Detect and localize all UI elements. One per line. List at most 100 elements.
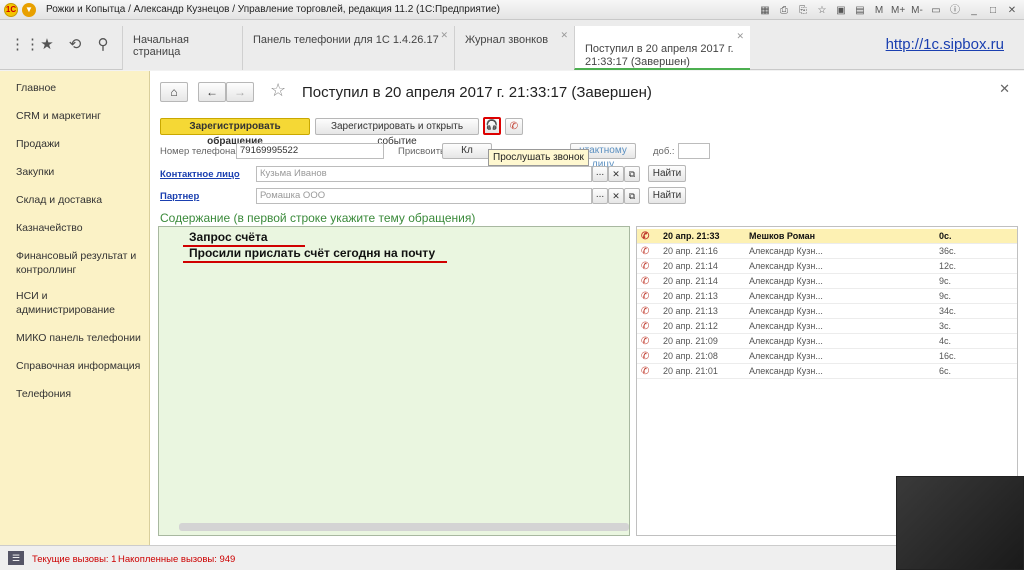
call-date: 20 апр. 21:16 <box>663 246 718 256</box>
contact-person-field[interactable]: Кузьма Иванов <box>256 166 592 182</box>
sidebar-item-warehouse[interactable]: Склад и доставка <box>16 193 146 207</box>
sidebar-item-treasury[interactable]: Казначейство <box>16 221 146 235</box>
call-row[interactable]: ✆ 20 апр. 21:16 Александр Кузн... 36с. <box>637 244 1017 259</box>
call-direction-icon: ✆ <box>641 246 650 257</box>
close-window-icon[interactable]: ✕ <box>1004 2 1020 17</box>
tab-label: Журнал звонков <box>465 34 549 46</box>
sidebar-item-sales[interactable]: Продажи <box>16 137 146 151</box>
link-icon[interactable]: ⎘ <box>795 2 811 17</box>
sidebar-item-main[interactable]: Главное <box>16 81 146 95</box>
favorites-icon[interactable]: ☆ <box>814 2 830 17</box>
contact-select-button[interactable]: ... <box>592 166 608 182</box>
favorite-star-icon[interactable]: ☆ <box>270 80 286 101</box>
sidebar-item-telephony[interactable]: Телефония <box>16 387 146 401</box>
call-duration: 12с. <box>939 261 957 271</box>
contact-clear-icon[interactable]: ✕ <box>608 166 624 182</box>
call-row[interactable]: ✆ 20 апр. 21:01 Александр Кузн... 6с. <box>637 364 1017 379</box>
call-duration: 9с. <box>939 291 952 301</box>
call-direction-icon: ✆ <box>641 366 650 377</box>
close-form-icon[interactable]: ✕ <box>999 81 1010 97</box>
find-partner-button[interactable]: Найти <box>648 187 686 204</box>
maximize-icon[interactable]: □ <box>985 2 1001 17</box>
mplus-icon[interactable]: M+ <box>890 2 906 17</box>
m-icon[interactable]: M <box>871 2 887 17</box>
ext-field[interactable] <box>678 143 710 159</box>
call-row[interactable]: ✆ 20 апр. 21:08 Александр Кузн... 16с. <box>637 349 1017 364</box>
call-row[interactable]: ✆ 20 апр. 21:33 Мешков Роман 0с. <box>637 229 1017 244</box>
call-row[interactable]: ✆ 20 апр. 21:14 Александр Кузн... 12с. <box>637 259 1017 274</box>
calendar-icon[interactable]: ▤ <box>852 2 868 17</box>
minimize-icon[interactable]: _ <box>966 2 982 17</box>
content-textarea[interactable]: Запрос счёта Просили прислать счёт сегод… <box>158 226 630 536</box>
call-direction-icon: ✆ <box>641 291 650 302</box>
tab-home[interactable]: Начальная страница <box>122 26 242 70</box>
close-icon[interactable]: ✕ <box>736 30 744 43</box>
window-titlebar: 1С ▼ Рожки и Копытца / Александр Кузнецо… <box>0 0 1024 20</box>
print-icon[interactable]: ⎙ <box>776 2 792 17</box>
sidebar-item-miko[interactable]: МИКО панель телефонии <box>16 331 146 345</box>
call-contact: Александр Кузн... <box>749 291 823 301</box>
call-row[interactable]: ✆ 20 апр. 21:13 Александр Кузн... 9с. <box>637 289 1017 304</box>
partner-clear-icon[interactable]: ✕ <box>608 188 624 204</box>
history-icon[interactable]: ⟲ <box>66 36 84 54</box>
sidebar-item-crm[interactable]: CRM и маркетинг <box>16 109 146 123</box>
listen-call-button[interactable]: 🎧 <box>483 117 501 135</box>
call-row[interactable]: ✆ 20 апр. 21:12 Александр Кузн... 3с. <box>637 319 1017 334</box>
call-direction-icon: ✆ <box>641 321 650 332</box>
find-contact-button[interactable]: Найти <box>648 165 686 182</box>
sidebar-item-reference[interactable]: Справочная информация <box>16 359 146 373</box>
sidebar-item-purchases[interactable]: Закупки <box>16 165 146 179</box>
main-menu-icon[interactable]: ▼ <box>22 2 36 17</box>
assign-client-button[interactable]: Кл <box>442 143 492 159</box>
window-title: Рожки и Копытца / Александр Кузнецов / У… <box>46 4 500 15</box>
status-panel-icon[interactable]: ☰ <box>8 551 24 565</box>
partner-link[interactable]: Партнер <box>160 191 199 202</box>
register-open-event-button[interactable]: Зарегистрировать и открыть событие <box>315 118 479 147</box>
partner-select-button[interactable]: ... <box>592 188 608 204</box>
forward-arrow-icon[interactable]: → <box>226 82 254 102</box>
call-duration: 34с. <box>939 306 957 316</box>
close-icon[interactable]: ✕ <box>440 30 448 41</box>
call-row[interactable]: ✆ 20 апр. 21:13 Александр Кузн... 34с. <box>637 304 1017 319</box>
call-row[interactable]: ✆ 20 апр. 21:14 Александр Кузн... 9с. <box>637 274 1017 289</box>
call-duration: 16с. <box>939 351 957 361</box>
back-arrow-icon[interactable]: ← <box>198 82 226 102</box>
horizontal-scrollbar[interactable] <box>179 523 629 531</box>
partner-open-icon[interactable]: ⧉ <box>624 188 640 204</box>
contact-open-icon[interactable]: ⧉ <box>624 166 640 182</box>
star-icon[interactable]: ★ <box>38 36 56 54</box>
close-icon[interactable]: ✕ <box>560 30 568 41</box>
contact-person-link[interactable]: Контактное лицо <box>160 169 240 180</box>
call-duration: 36с. <box>939 246 957 256</box>
annotation-underline <box>183 261 447 263</box>
site-link[interactable]: http://1c.sipbox.ru <box>886 36 1004 53</box>
call-duration: 0с. <box>939 231 952 241</box>
info-icon[interactable]: ⓘ <box>947 2 963 17</box>
search-icon[interactable]: ⚲ <box>94 36 112 54</box>
headphones-icon: 🎧 <box>485 120 499 131</box>
sections-sidebar: Главное CRM и маркетинг Продажи Закупки … <box>0 71 150 545</box>
partner-field[interactable]: Ромашка ООО <box>256 188 592 204</box>
calc-icon[interactable]: ▣ <box>833 2 849 17</box>
apps-grid-icon[interactable]: ⋮⋮ <box>10 36 40 54</box>
call-date: 20 апр. 21:09 <box>663 336 718 346</box>
tab-incoming-call[interactable]: Поступил в 20 апреля 2017 г. 21:33:17 (З… <box>574 26 750 70</box>
tab-label: Начальная страница <box>133 34 189 58</box>
tab-call-log[interactable]: Журнал звонков ✕ <box>454 26 574 70</box>
call-button[interactable]: ✆ <box>505 118 523 135</box>
mminus-icon[interactable]: M- <box>909 2 925 17</box>
sidebar-item-financial[interactable]: Финансовый результат и контроллинг <box>16 249 146 277</box>
call-date: 20 апр. 21:12 <box>663 321 718 331</box>
call-contact: Александр Кузн... <box>749 261 823 271</box>
tab-label: Поступил в 20 апреля 2017 г. 21:33:17 (З… <box>585 43 734 68</box>
call-direction-icon: ✆ <box>641 306 650 317</box>
titlebar-tools: ▦ ⎙ ⎘ ☆ ▣ ▤ M M+ M- ▭ ⓘ _ □ ✕ <box>757 2 1020 17</box>
save-icon[interactable]: ▦ <box>757 2 773 17</box>
tab-telephony-panel[interactable]: Панель телефонии для 1С 1.4.26.17 ✕ <box>242 26 454 70</box>
home-icon[interactable]: ⌂ <box>160 82 188 102</box>
zoom-icon[interactable]: ▭ <box>928 2 944 17</box>
call-row[interactable]: ✆ 20 апр. 21:09 Александр Кузн... 4с. <box>637 334 1017 349</box>
register-request-button[interactable]: Зарегистрировать обращение <box>160 118 310 147</box>
phone-field[interactable]: 79169995522 <box>236 143 384 159</box>
sidebar-item-nsi[interactable]: НСИ и администрирование <box>16 289 146 317</box>
